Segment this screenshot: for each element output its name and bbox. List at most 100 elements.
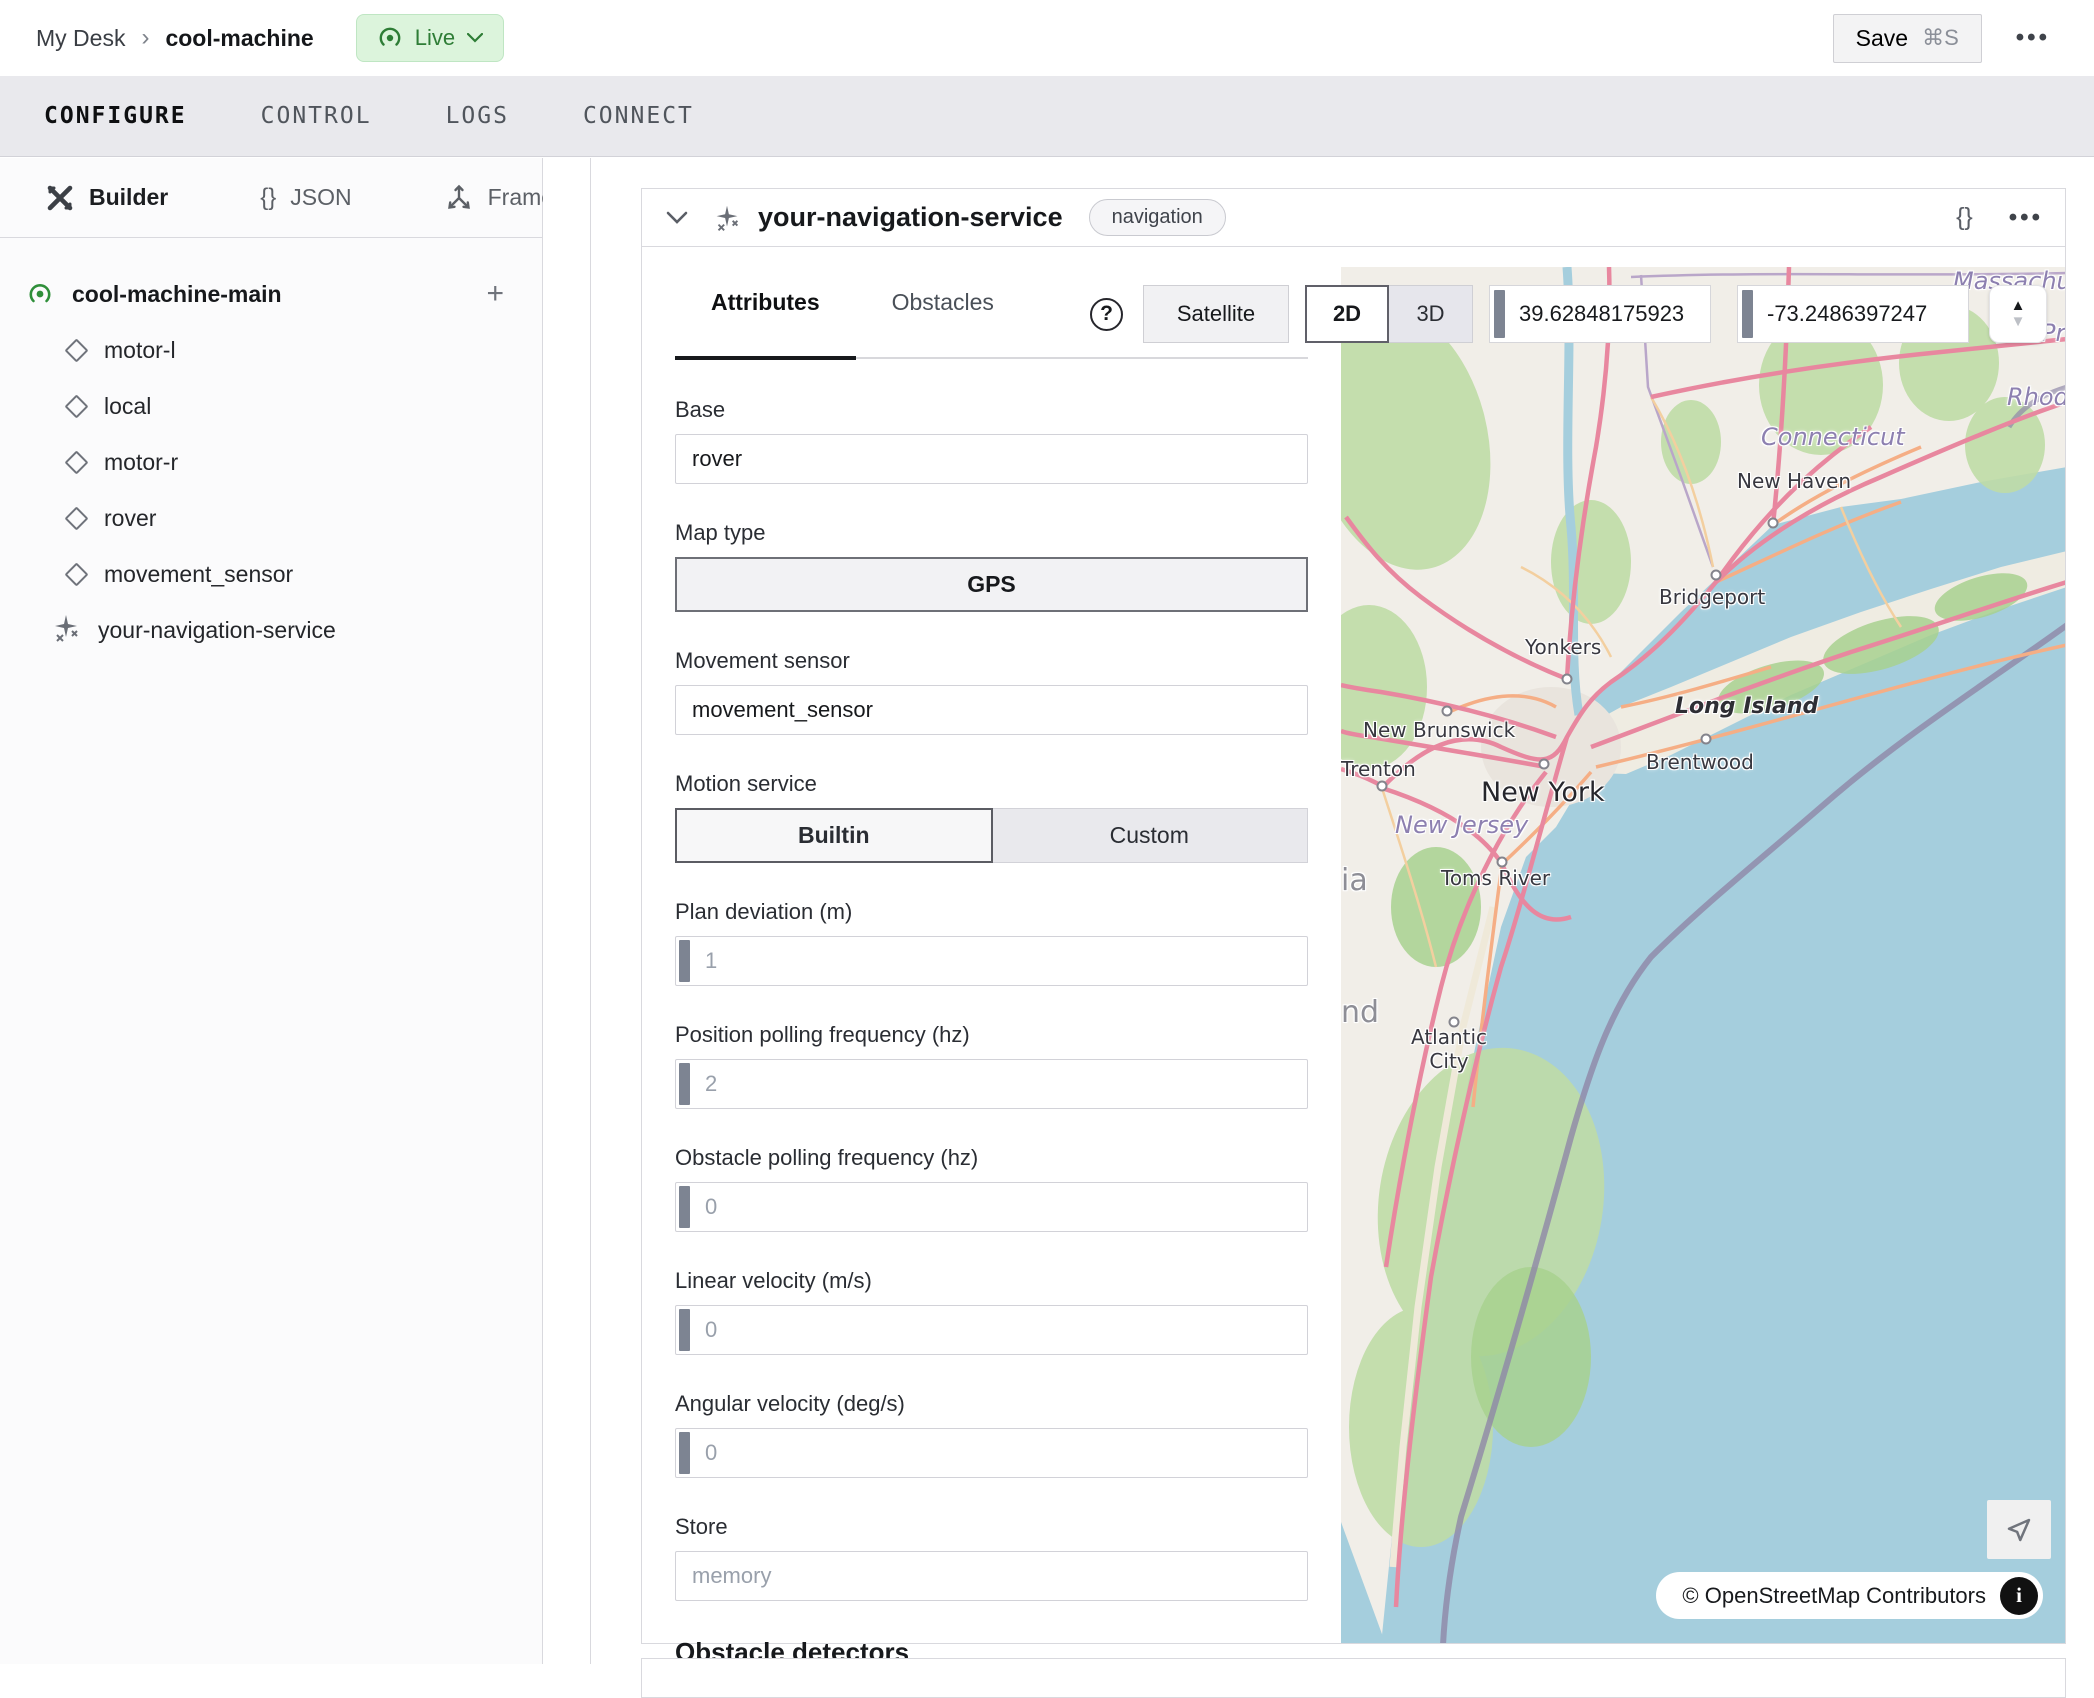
map-city-dot xyxy=(1701,734,1712,745)
coordinate-stepper[interactable]: ▲ ▼ xyxy=(1989,285,2047,343)
collapsed-rail xyxy=(543,158,591,1664)
field-position-polling: Position polling frequency (hz) xyxy=(675,1022,1308,1109)
longitude-field xyxy=(1737,285,1969,343)
motion-custom-option[interactable]: Custom xyxy=(992,809,1308,862)
topbar-menu-button[interactable]: ••• xyxy=(2016,24,2050,52)
tools-icon xyxy=(45,183,75,213)
tab-attributes[interactable]: Attributes xyxy=(675,247,856,357)
motion-builtin-option[interactable]: Builtin xyxy=(676,809,992,862)
step-down-icon[interactable]: ▼ xyxy=(2011,314,2026,331)
dimension-toggle: 2D 3D xyxy=(1305,285,1473,343)
number-drag-handle[interactable] xyxy=(1742,290,1753,338)
tab-obstacles[interactable]: Obstacles xyxy=(856,247,1030,357)
mode-frame[interactable]: Frame xyxy=(444,183,554,213)
component-diamond-icon xyxy=(64,562,88,586)
map-control-bar: ? Satellite 2D 3D ▲ ▼ xyxy=(1090,285,2047,343)
locate-button[interactable] xyxy=(1987,1500,2051,1559)
save-button[interactable]: Save ⌘S xyxy=(1833,14,1982,63)
tree-item-motor-l[interactable]: motor-l xyxy=(0,322,542,378)
position-polling-input[interactable] xyxy=(690,1060,1307,1108)
service-menu-button[interactable]: ••• xyxy=(2009,204,2043,232)
navigation-map[interactable]: MassachusProRhodConnecticutNew HavenBrid… xyxy=(1341,267,2065,1643)
top-bar: My Desk › cool-machine Live Save ⌘S ••• xyxy=(0,0,2094,76)
view-3d-button[interactable]: 3D xyxy=(1389,285,1473,343)
map-type-gps-button[interactable]: GPS xyxy=(675,557,1308,612)
map-tiles xyxy=(1341,267,2065,1643)
live-label: Live xyxy=(415,25,455,51)
obstacle-polling-label: Obstacle polling frequency (hz) xyxy=(675,1145,1308,1171)
view-2d-button[interactable]: 2D xyxy=(1305,285,1389,343)
field-base: Base xyxy=(675,397,1308,484)
map-city-dot xyxy=(1539,759,1550,770)
machine-part-tree: cool-machine-main + motor-l local motor-… xyxy=(0,238,542,658)
angular-velocity-input[interactable] xyxy=(690,1429,1307,1477)
breadcrumb-parent[interactable]: My Desk xyxy=(36,25,125,52)
tab-logs[interactable]: LOGS xyxy=(442,95,513,137)
tab-control[interactable]: CONTROL xyxy=(257,95,376,137)
mode-json[interactable]: {} JSON xyxy=(260,184,351,212)
map-city-dot xyxy=(1442,706,1453,717)
position-polling-label: Position polling frequency (hz) xyxy=(675,1022,1308,1048)
movement-sensor-input[interactable] xyxy=(675,685,1308,735)
base-input[interactable] xyxy=(675,434,1308,484)
live-status-dropdown[interactable]: Live xyxy=(356,14,504,62)
chevron-down-icon xyxy=(467,33,483,43)
plan-deviation-label: Plan deviation (m) xyxy=(675,899,1308,925)
save-shortcut: ⌘S xyxy=(1922,25,1959,51)
number-drag-handle[interactable] xyxy=(679,1063,690,1105)
tree-item-your-navigation-service[interactable]: your-navigation-service xyxy=(0,602,542,658)
mode-builder[interactable]: Builder xyxy=(45,183,168,213)
view-mode-switcher: Builder {} JSON Frame xyxy=(0,158,542,238)
map-city-dot xyxy=(1449,1017,1460,1028)
latitude-input[interactable] xyxy=(1505,286,1710,342)
tab-configure[interactable]: CONFIGURE xyxy=(40,95,191,137)
field-linear-velocity: Linear velocity (m/s) xyxy=(675,1268,1308,1355)
number-drag-handle[interactable] xyxy=(679,940,690,982)
obstacle-polling-input[interactable] xyxy=(690,1183,1307,1231)
plan-deviation-input[interactable] xyxy=(690,937,1307,985)
machine-radar-icon xyxy=(24,278,56,310)
json-braces-button[interactable]: {} xyxy=(1956,203,1973,232)
store-input[interactable] xyxy=(675,1551,1308,1601)
base-label: Base xyxy=(675,397,1308,423)
service-type-badge: navigation xyxy=(1089,199,1226,236)
tree-item-local[interactable]: local xyxy=(0,378,542,434)
angular-velocity-label: Angular velocity (deg/s) xyxy=(675,1391,1308,1417)
field-map-type: Map type GPS xyxy=(675,520,1308,612)
attribution-text: © OpenStreetMap Contributors xyxy=(1682,1583,1986,1609)
attributes-form: Attributes Obstacles Base Map type GPS M… xyxy=(675,247,1308,1668)
component-diamond-icon xyxy=(64,450,88,474)
mode-builder-label: Builder xyxy=(89,184,168,211)
mode-json-label: JSON xyxy=(290,184,351,211)
number-drag-handle[interactable] xyxy=(679,1432,690,1474)
service-sparkle-icon xyxy=(48,610,84,651)
tree-root-cool-machine-main[interactable]: cool-machine-main + xyxy=(0,266,542,322)
number-drag-handle[interactable] xyxy=(679,1186,690,1228)
tree-item-motor-r[interactable]: motor-r xyxy=(0,434,542,490)
info-icon[interactable]: i xyxy=(2000,1577,2038,1615)
number-drag-handle[interactable] xyxy=(1494,290,1505,338)
tree-item-rover[interactable]: rover xyxy=(0,490,542,546)
tab-connect[interactable]: CONNECT xyxy=(579,95,698,137)
map-city-dot xyxy=(1711,570,1722,581)
store-label: Store xyxy=(675,1514,1308,1540)
help-icon[interactable]: ? xyxy=(1090,298,1123,331)
add-component-button[interactable]: + xyxy=(486,279,504,309)
main-panel-area: your-navigation-service navigation {} ••… xyxy=(591,158,2094,1664)
service-sparkle-icon xyxy=(710,201,744,235)
longitude-input[interactable] xyxy=(1753,286,1968,342)
tree-root-label: cool-machine-main xyxy=(72,281,282,308)
linear-velocity-input[interactable] xyxy=(690,1306,1307,1354)
collapse-chevron-icon[interactable] xyxy=(666,211,688,225)
next-card-sliver xyxy=(641,1658,2066,1698)
component-diamond-icon xyxy=(64,394,88,418)
step-up-icon[interactable]: ▲ xyxy=(2011,298,2026,315)
content-area: Builder {} JSON Frame cool-machine- xyxy=(0,158,2094,1664)
tree-item-movement-sensor[interactable]: movement_sensor xyxy=(0,546,542,602)
number-drag-handle[interactable] xyxy=(679,1309,690,1351)
satellite-toggle-button[interactable]: Satellite xyxy=(1143,285,1289,343)
machine-tab-bar: CONFIGURE CONTROL LOGS CONNECT xyxy=(0,76,2094,157)
frame-axes-icon xyxy=(444,183,474,213)
latitude-field xyxy=(1489,285,1711,343)
component-diamond-icon xyxy=(64,506,88,530)
